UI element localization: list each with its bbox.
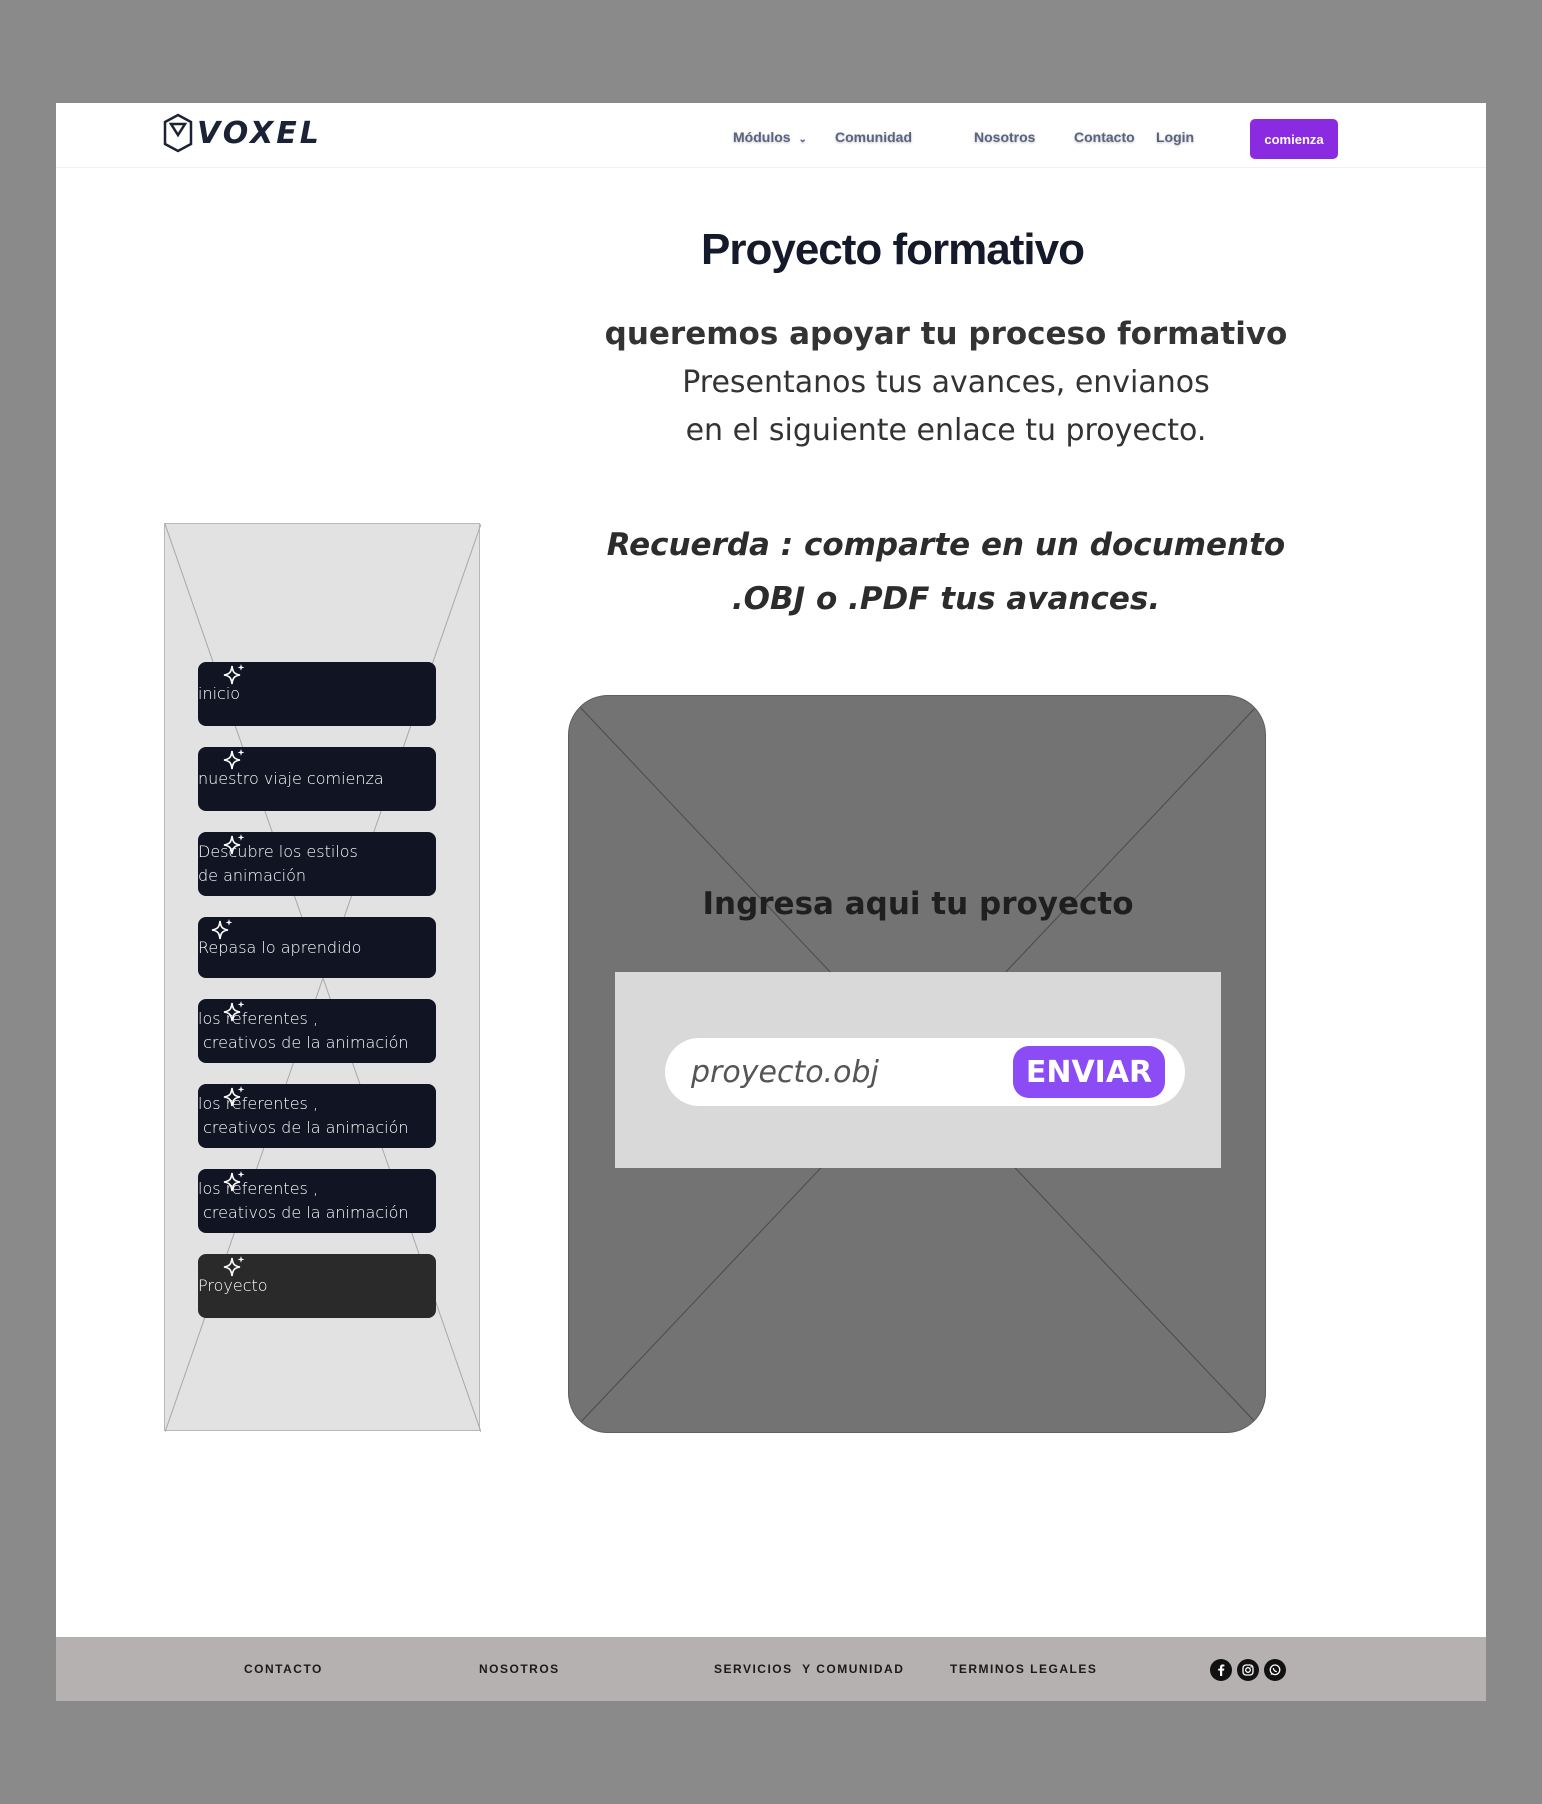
project-file-input[interactable]: [689, 1051, 993, 1093]
sidebar-item-referentes-1[interactable]: los referentes , creativos de la animaci…: [198, 999, 436, 1063]
sparkle-icon: [223, 664, 245, 685]
logo-text: VOXEL: [197, 115, 322, 151]
upload-form: ENVIAR: [615, 972, 1221, 1168]
nav-contacto[interactable]: Contacto: [1074, 129, 1135, 145]
sparkle-icon: [223, 834, 245, 855]
sparkle-icon: [223, 749, 245, 770]
page: VOXEL Módulos ⌄ Comunidad Nosotros Contac…: [56, 103, 1486, 1701]
facebook-icon[interactable]: [1210, 1659, 1232, 1681]
footer-terminos[interactable]: TERMINOS LEGALES: [950, 1662, 1097, 1676]
sparkle-icon: [223, 1086, 245, 1107]
reminder-line-2: .OBJ o .PDF tus avances.: [731, 581, 1161, 617]
whatsapp-icon[interactable]: [1264, 1659, 1286, 1681]
sidebar-panel: inicio nuestro viaje comienza Descubre l…: [164, 523, 481, 1432]
sparkle-icon: [211, 919, 233, 940]
send-button[interactable]: ENVIAR: [1013, 1046, 1165, 1098]
subtitle-line-2: en el siguiente enlace tu proyecto.: [685, 413, 1207, 448]
sparkle-icon: [223, 1171, 245, 1192]
footer-nosotros[interactable]: NOSOTROS: [479, 1662, 560, 1676]
sidebar-item-inicio[interactable]: inicio: [198, 662, 436, 726]
nav-nosotros[interactable]: Nosotros: [974, 129, 1035, 145]
voxel-logo-icon: [163, 113, 193, 153]
sidebar-item-repasa[interactable]: Repasa lo aprendido: [198, 917, 436, 978]
sidebar-item-referentes-2[interactable]: los referentes , creativos de la animaci…: [198, 1084, 436, 1148]
upload-card: Ingresa aqui tu proyecto ENVIAR: [568, 695, 1266, 1433]
nav-login[interactable]: Login: [1156, 129, 1194, 145]
subtitle-line-1: Presentanos tus avances, envianos: [682, 365, 1210, 400]
sparkle-icon: [223, 1256, 245, 1277]
instagram-icon[interactable]: [1237, 1659, 1259, 1681]
site-header: VOXEL Módulos ⌄ Comunidad Nosotros Contac…: [56, 103, 1486, 168]
footer-servicios[interactable]: SERVICIOS Y COMUNIDAD: [714, 1662, 904, 1676]
page-title: Proyecto formativo: [701, 225, 1085, 274]
sparkle-icon: [223, 1001, 245, 1022]
nav-modulos-label: Módulos: [733, 129, 791, 145]
sidebar-item-proyecto[interactable]: Proyecto: [198, 1254, 436, 1318]
footer-contacto[interactable]: CONTACTO: [244, 1662, 323, 1676]
sidebar-item-referentes-3[interactable]: los referentes , creativos de la animaci…: [198, 1169, 436, 1233]
nav-comunidad[interactable]: Comunidad: [835, 129, 912, 145]
sidebar-item-estilos[interactable]: Descubre los estilos de animación: [198, 832, 436, 896]
reminder-line-1: Recuerda : comparte en un documento: [606, 527, 1286, 563]
subtitle-bold: queremos apoyar tu proceso formativo: [604, 316, 1288, 352]
site-footer: CONTACTO NOSOTROS SERVICIOS Y COMUNIDAD …: [56, 1637, 1486, 1701]
logo[interactable]: VOXEL: [163, 112, 322, 154]
comienza-button[interactable]: comienza: [1250, 119, 1338, 159]
upload-pill: ENVIAR: [665, 1038, 1185, 1106]
nav-modulos[interactable]: Módulos ⌄: [733, 129, 807, 145]
upload-title: Ingresa aqui tu proyecto: [702, 886, 1134, 922]
sidebar-item-viaje[interactable]: nuestro viaje comienza: [198, 747, 436, 811]
chevron-down-icon: ⌄: [798, 134, 807, 145]
